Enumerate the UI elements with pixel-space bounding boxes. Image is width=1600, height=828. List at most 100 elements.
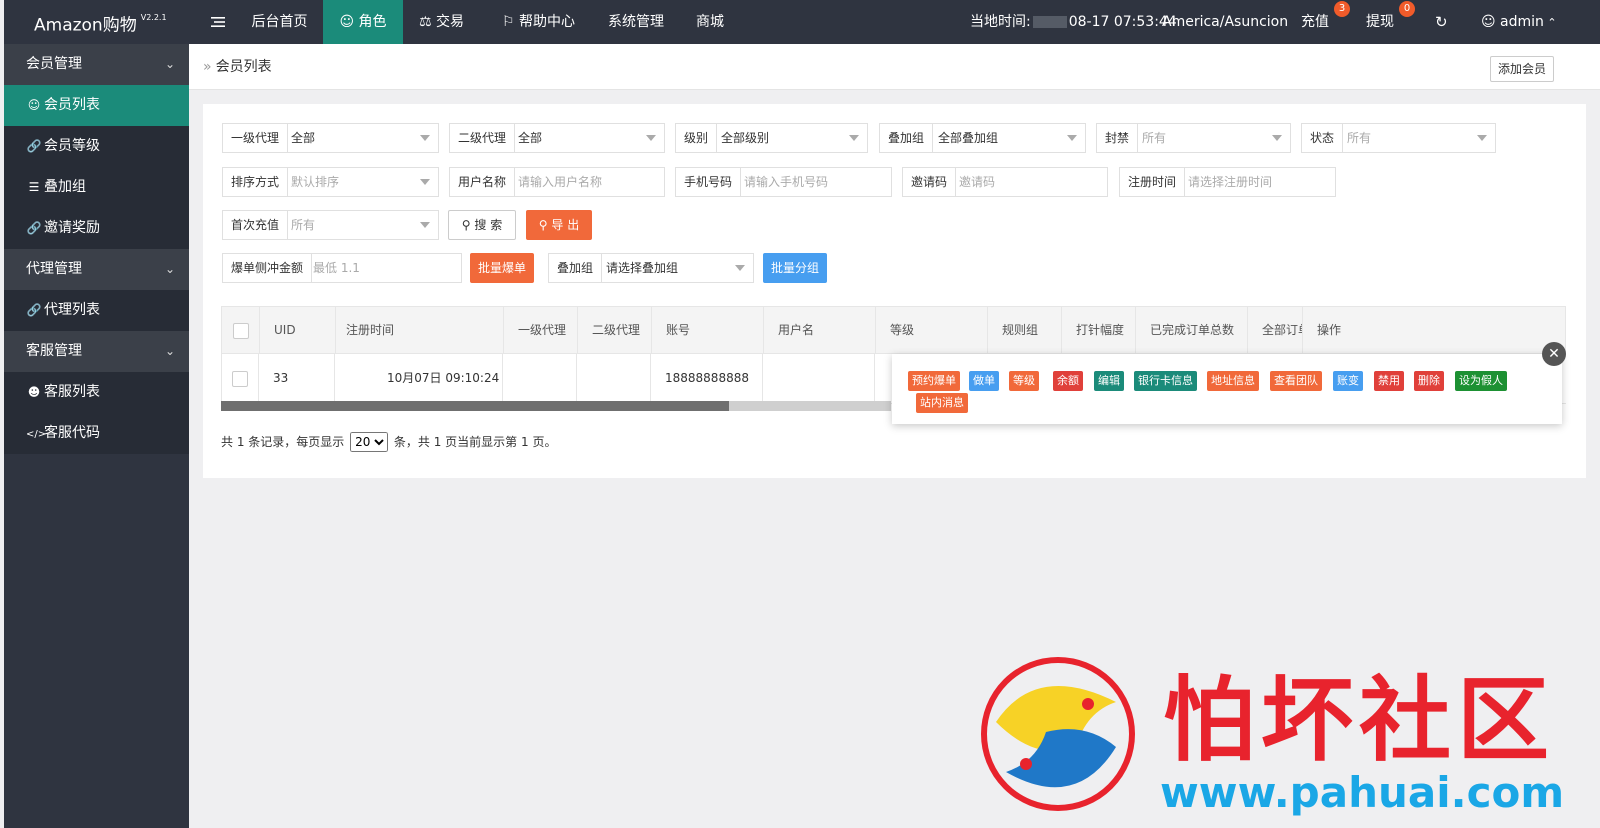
scrollbar-thumb[interactable] [221,401,729,411]
col-account[interactable]: 账号 [652,307,764,353]
col-username[interactable]: 用户名 [764,307,876,353]
refresh-icon[interactable]: ↻ [1435,0,1448,44]
col-agent1[interactable]: 一级代理 [504,307,578,353]
caret-down-icon [420,135,430,141]
row-actions-popup: 预约爆单 做单 等级 余额 编辑 银行卡信息 地址信息 查看团队 账变 禁用 删… [892,354,1562,424]
sidebar-item-support-code[interactable]: </>客服代码 [4,413,189,454]
nav-dashboard[interactable]: 后台首页 [236,0,323,44]
sidebar-item-member-level[interactable]: 🔗 会员等级 [4,126,189,167]
nav-system[interactable]: 系统管理 [608,0,678,44]
sidebar-item-support-list[interactable]: ☻ 客服列表 [4,372,189,413]
user-menu[interactable]: ☺ admin ⌃ [1481,0,1557,44]
action-reserve-boom[interactable]: 预约爆单 [908,371,960,391]
caret-down-icon [849,135,859,141]
nav-help[interactable]: ⚐ 帮助中心 [502,0,582,44]
close-icon[interactable]: ✕ [1542,342,1566,366]
action-balance[interactable]: 余额 [1053,371,1083,391]
level-select[interactable]: 级别 全部级别 [675,123,868,153]
local-time: 当地时间: 08-17 07:53:44 [970,0,1177,44]
page-size-select[interactable]: 20 [350,432,389,452]
username-input[interactable]: 用户名称 请输入用户名称 [449,167,665,197]
link-icon: 🔗 [26,139,42,153]
col-needle[interactable]: 打针幅度 [1062,307,1136,353]
nav-trade[interactable]: ⚖ 交易 [419,0,479,44]
sidebar-group-members[interactable]: 会员管理 ⌄ [4,44,189,85]
field-label: 级别 [676,124,718,152]
first-recharge-select[interactable]: 首次充值 所有 [222,210,439,240]
action-site-message[interactable]: 站内消息 [916,393,968,413]
col-completed-orders[interactable]: 已完成订单总数 [1136,307,1248,353]
batch-boom-button[interactable]: 批量爆单 [470,253,534,283]
col-uid[interactable]: UID [260,307,336,353]
col-rule-group[interactable]: 规则组 [988,307,1062,353]
caret-down-icon [735,265,745,271]
action-address-info[interactable]: 地址信息 [1207,371,1259,391]
action-disable[interactable]: 禁用 [1374,371,1404,391]
app-logo[interactable]: Amazon购物 V2.2.1 [34,0,167,44]
field-value: 请选择叠加组 [606,261,679,275]
field-value: 全部叠加组 [938,131,999,145]
agent2-select[interactable]: 二级代理 全部 [449,123,665,153]
action-set-fake[interactable]: 设为假人 [1455,371,1507,391]
invite-code-input[interactable]: 邀请码 邀请码 [902,167,1108,197]
add-member-button[interactable]: 添加会员 [1490,56,1554,82]
field-label: 叠加组 [549,254,603,282]
action-edit[interactable]: 编辑 [1094,371,1124,391]
field-label: 一级代理 [223,124,289,152]
sidebar-group-label: 会员管理 [26,56,82,72]
boom-amount-input[interactable]: 爆单侧冲金额 最低 1.1 [222,253,462,283]
sidebar: 会员管理 ⌄ ☺ 会员列表 🔗 会员等级 ☰ 叠加组 🔗 邀请奖励 代理管理 ⌄ 🔗 代理列表… [4,44,189,828]
search-button[interactable]: ⚲ 搜 索 [448,210,516,240]
phone-input[interactable]: 手机号码 请输入手机号码 [675,167,892,197]
action-account-change[interactable]: 账变 [1333,371,1363,391]
sidebar-item-member-list[interactable]: ☺ 会员列表 [4,85,189,126]
recharge-button[interactable]: 充值 [1301,0,1329,44]
sidebar-item-stack-group[interactable]: ☰ 叠加组 [4,167,189,208]
batch-group-select[interactable]: 叠加组 请选择叠加组 [548,253,754,283]
action-view-team[interactable]: 查看团队 [1270,371,1322,391]
sort-select[interactable]: 排序方式 默认排序 [222,167,439,197]
field-placeholder: 邀请码 [959,175,996,189]
field-placeholder: 最低 1.1 [313,261,360,275]
field-label: 爆单侧冲金额 [223,254,313,282]
withdraw-button[interactable]: 提现 [1366,0,1394,44]
field-placeholder: 所有 [1347,131,1372,145]
horizontal-scrollbar[interactable] [221,401,891,411]
stack-group-select[interactable]: 叠加组 全部叠加组 [879,123,1086,153]
search-label: 搜 索 [474,218,503,232]
action-delete[interactable]: 删除 [1414,371,1444,391]
sidebar-group-agents[interactable]: 代理管理 ⌄ [4,249,189,290]
col-reg-time[interactable]: 注册时间 [336,307,504,353]
batch-group-button[interactable]: 批量分组 [763,253,827,283]
action-level[interactable]: 等级 [1009,371,1039,391]
select-all-checkbox[interactable] [233,322,249,339]
sidebar-group-support[interactable]: 客服管理 ⌄ [4,331,189,372]
field-label: 手机号码 [676,168,742,196]
nav-mall[interactable]: 商城 [696,0,736,44]
sidebar-item-invite-reward[interactable]: 🔗 邀请奖励 [4,208,189,249]
col-all-orders[interactable]: 全部订单 [1248,307,1303,353]
sidebar-item-label: 客服代码 [44,425,100,441]
action-make-order[interactable]: 做单 [969,371,999,391]
field-value: 全部级别 [721,131,770,145]
field-placeholder: 请选择注册时间 [1188,175,1273,189]
export-button[interactable]: ⚲ 导 出 [526,210,592,240]
caret-down-icon [420,179,430,185]
col-agent2[interactable]: 二级代理 [578,307,652,353]
field-label: 注册时间 [1120,168,1186,196]
hamburger-icon[interactable] [200,0,236,44]
row-checkbox[interactable] [232,370,248,387]
nav-role[interactable]: ☺ 角色 [323,0,403,44]
sidebar-group-label: 代理管理 [26,261,82,277]
action-bank-info[interactable]: 银行卡信息 [1134,371,1197,391]
register-time-input[interactable]: 注册时间 请选择注册时间 [1119,167,1336,197]
nav-role-label: 角色 [358,14,387,30]
sidebar-item-label: 叠加组 [44,179,86,195]
status-select[interactable]: 状态 所有 [1301,123,1496,153]
chevron-up-icon: ⌃ [1543,16,1557,29]
col-level[interactable]: 等级 [876,307,988,353]
sidebar-item-agent-list[interactable]: 🔗 代理列表 [4,290,189,331]
agent1-select[interactable]: 一级代理 全部 [222,123,439,153]
watermark-fish-logo [981,657,1135,811]
ban-select[interactable]: 封禁 所有 [1096,123,1291,153]
